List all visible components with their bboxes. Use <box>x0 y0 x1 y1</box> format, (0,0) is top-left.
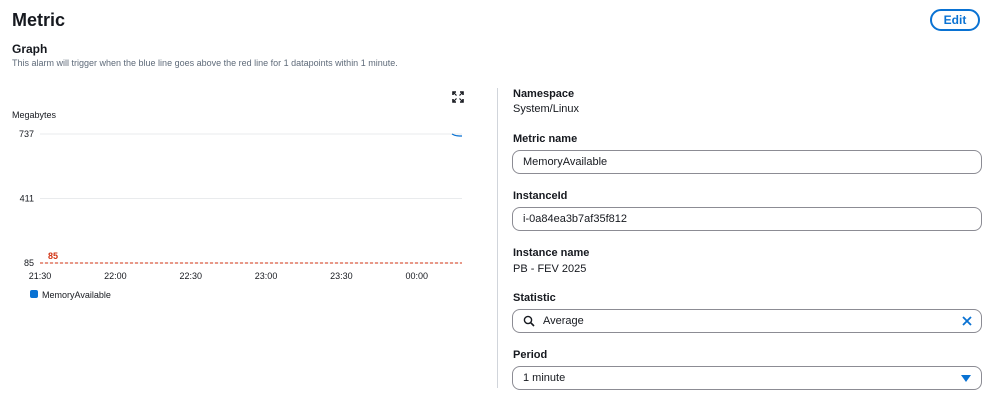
metric-name-value: MemoryAvailable <box>523 156 608 168</box>
namespace-label: Namespace <box>513 88 575 100</box>
legend-swatch <box>30 290 38 298</box>
divider <box>497 88 498 388</box>
graph-title: Graph <box>12 42 48 56</box>
period-label: Period <box>513 349 548 361</box>
y-tick-label: 411 <box>20 194 34 204</box>
statistic-select[interactable]: Average <box>512 309 982 333</box>
metric-name-field[interactable]: MemoryAvailable <box>512 150 982 174</box>
instance-id-label: InstanceId <box>513 190 568 202</box>
instance-id-value: i-0a84ea3b7af35f812 <box>523 213 627 225</box>
page-title: Metric <box>12 10 66 30</box>
x-tick-label: 00:00 <box>406 271 429 281</box>
threshold-label: 85 <box>48 251 58 261</box>
x-tick-label: 21:30 <box>29 271 52 281</box>
statistic-label: Statistic <box>513 292 556 304</box>
period-value: 1 minute <box>523 372 566 384</box>
search-icon <box>523 315 535 327</box>
y-axis-label: Megabytes <box>12 110 57 120</box>
x-tick-label: 23:00 <box>255 271 278 281</box>
y-tick-label: 737 <box>19 129 34 139</box>
metric-chart: Megabytes 737 411 85 21:30 22:00 22:30 23:00 2… <box>12 110 462 300</box>
y-tick-label: 85 <box>24 258 34 268</box>
x-tick-label: 22:30 <box>179 271 202 281</box>
instance-id-field[interactable]: i-0a84ea3b7af35f812 <box>512 207 982 231</box>
statistic-value: Average <box>543 315 584 327</box>
x-tick-label: 22:00 <box>104 271 127 281</box>
metric-name-label: Metric name <box>513 133 578 145</box>
legend-label: MemoryAvailable <box>42 290 111 300</box>
namespace-value: System/Linux <box>513 103 580 115</box>
graph-description: This alarm will trigger when the blue li… <box>12 58 398 68</box>
instance-name-value: PB - FEV 2025 <box>513 263 587 275</box>
instance-name-label: Instance name <box>513 247 590 259</box>
x-tick-label: 23:30 <box>330 271 353 281</box>
period-select[interactable]: 1 minute <box>512 366 982 390</box>
caret-down-icon <box>961 375 971 382</box>
edit-button[interactable]: Edit <box>930 9 980 31</box>
close-icon[interactable] <box>961 315 973 327</box>
